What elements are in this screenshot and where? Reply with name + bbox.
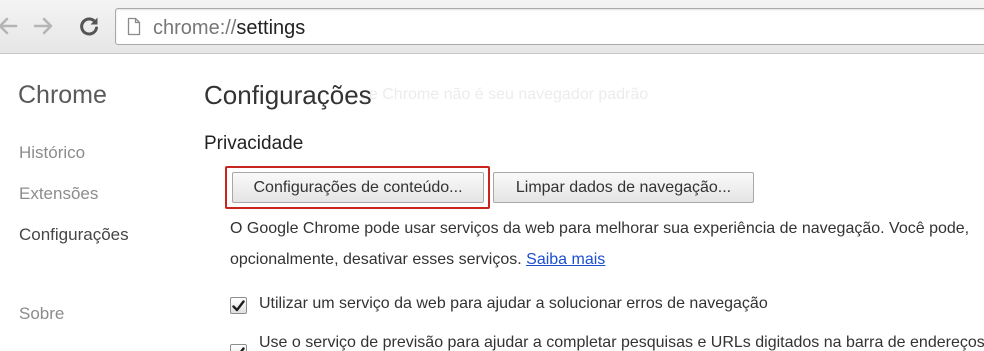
navigation-errors-checkbox[interactable]: [230, 297, 247, 314]
prediction-service-checkbox[interactable]: [230, 344, 247, 351]
privacy-description-line-1: O Google Chrome pode usar serviços da we…: [230, 220, 970, 237]
sidebar-item-sobre[interactable]: Sobre: [19, 304, 64, 324]
privacy-description-text: opcionalmente, desativar esses serviços.: [230, 251, 522, 268]
sidebar-item-configuracoes[interactable]: Configurações: [19, 225, 129, 245]
arrow-right-icon: [33, 17, 53, 35]
clear-browsing-data-button[interactable]: Limpar dados de navegação...: [493, 172, 754, 203]
learn-more-link[interactable]: Saiba mais: [526, 251, 605, 268]
address-bar[interactable]: chrome://settings: [115, 8, 984, 45]
browser-toolbar: chrome://settings: [0, 0, 984, 54]
page-title: Configurações: [204, 80, 372, 110]
url-text: chrome://settings: [153, 17, 305, 40]
default-browser-notice: ge Chrome não é seu navegador padrão: [360, 86, 649, 103]
checkmark-icon: [232, 299, 245, 311]
url-scheme: chrome://: [153, 17, 237, 39]
privacy-description-line-2: opcionalmente, desativar esses serviços.…: [230, 251, 605, 269]
reload-icon: [80, 17, 98, 36]
navigation-errors-label: Utilizar um serviço da web para ajudar a…: [259, 295, 768, 312]
prediction-service-label: Use o serviço de previsão para ajudar a …: [259, 334, 984, 351]
url-path: settings: [236, 17, 306, 39]
page-icon: [127, 17, 141, 36]
arrow-left-icon: [0, 17, 18, 35]
sidebar-item-extensoes[interactable]: Extensões: [19, 184, 98, 204]
checkmark-icon: [239, 346, 245, 351]
forward-button[interactable]: [30, 12, 58, 40]
section-title-privacy: Privacidade: [204, 133, 304, 154]
sidebar-title: Chrome: [18, 81, 107, 109]
content-settings-button[interactable]: Configurações de conteúdo...: [232, 172, 484, 203]
back-button[interactable]: [0, 12, 20, 40]
sidebar-item-historico[interactable]: Histórico: [19, 143, 85, 163]
reload-button[interactable]: [74, 12, 104, 40]
